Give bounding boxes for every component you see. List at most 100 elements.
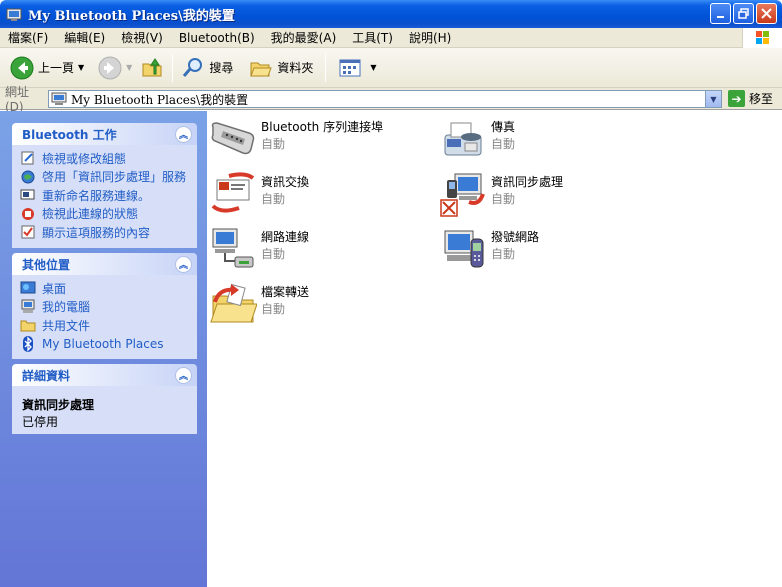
go-button[interactable]: ➔ 移至	[728, 90, 773, 107]
task-enable-sync-label: 啓用「資訊同步處理」服務	[42, 170, 187, 185]
menu-help[interactable]: 說明(H)	[401, 29, 459, 46]
menu-edit[interactable]: 編輯(E)	[56, 29, 113, 46]
item-info-sync-name: 資訊同步處理	[491, 175, 564, 189]
item-serial-port-name: Bluetooth 序列連接埠	[261, 120, 384, 134]
minimize-button[interactable]	[710, 3, 731, 24]
sync-disabled-icon	[440, 173, 485, 217]
address-dropdown-icon[interactable]: ▼	[705, 91, 721, 107]
collapse-icon[interactable]: ︽	[175, 255, 192, 273]
up-folder-button[interactable]	[136, 52, 168, 84]
windows-logo-icon	[742, 28, 782, 48]
properties-icon	[21, 225, 35, 239]
minimize-icon	[716, 15, 724, 18]
details-header[interactable]: 詳細資料 ︽	[12, 364, 197, 386]
item-dialup-status: 自動	[491, 247, 516, 261]
other-places-header[interactable]: 其他位置 ︽	[12, 253, 197, 275]
folders-label: 資料夾	[277, 61, 314, 75]
address-input[interactable]: My Bluetooth Places\我的裝置 ▼	[48, 90, 722, 108]
back-button[interactable]: 上一頁 ▼	[6, 52, 88, 84]
task-enable-sync[interactable]: 啓用「資訊同步處理」服務	[20, 168, 191, 187]
forward-arrow-icon	[98, 56, 122, 79]
title-bar[interactable]: My Bluetooth Places\我的裝置	[0, 0, 782, 28]
views-dropdown-icon[interactable]: ▼	[370, 63, 376, 72]
place-bluetooth-places[interactable]: My Bluetooth Places	[20, 335, 191, 354]
restore-icon	[738, 8, 749, 19]
network-computer-icon	[212, 228, 254, 268]
task-rename-label: 重新命名服務連線。	[42, 188, 151, 203]
forward-dropdown-icon[interactable]: ▼	[126, 63, 132, 72]
item-view[interactable]: Bluetooth 序列連接埠 自動 傳真 自動 資訊交換 自動 資訊同步處理 …	[207, 111, 782, 587]
bluetooth-folder-icon	[6, 6, 22, 22]
toolbar: 上一頁 ▼ ▼ 搜尋 資料夾 ▼	[0, 48, 782, 88]
item-network-connection-name: 網路連線	[261, 230, 310, 244]
restore-button[interactable]	[733, 3, 754, 24]
toolbar-separator	[172, 53, 174, 82]
views-button[interactable]: ▼	[334, 52, 380, 84]
collapse-icon[interactable]: ︽	[175, 125, 192, 143]
close-button[interactable]	[756, 3, 777, 24]
item-fax[interactable]: 傳真 自動	[439, 115, 515, 163]
folder-icon	[250, 62, 273, 76]
details-item-status: 已停用	[22, 415, 59, 429]
bluetooth-tasks-title: Bluetooth 工作	[22, 127, 117, 142]
bluetooth-tasks-header[interactable]: Bluetooth 工作 ︽	[12, 123, 197, 145]
task-view-status[interactable]: 檢視此連線的狀態	[20, 205, 191, 224]
item-serial-port[interactable]: Bluetooth 序列連接埠 自動	[209, 115, 383, 163]
menu-file[interactable]: 檔案(F)	[0, 29, 56, 46]
item-info-sync-status: 自動	[491, 192, 516, 206]
details-body: 資訊同步處理 已停用	[12, 386, 197, 434]
item-dialup[interactable]: 撥號網路 自動	[439, 225, 539, 273]
address-bar: 網址(D) My Bluetooth Places\我的裝置 ▼ ➔ 移至	[0, 85, 782, 114]
close-icon	[761, 8, 772, 19]
shared-folder-icon	[20, 320, 36, 332]
item-file-transfer-status: 自動	[261, 302, 286, 316]
back-arrow-icon	[10, 56, 34, 79]
window-title: My Bluetooth Places\我的裝置	[28, 8, 235, 24]
search-button[interactable]: 搜尋	[177, 52, 237, 84]
item-info-exchange[interactable]: 資訊交換 自動	[209, 170, 309, 218]
business-card-icon	[211, 172, 255, 213]
details-title: 詳細資料	[22, 368, 71, 383]
folders-button[interactable]: 資料夾	[245, 52, 317, 84]
place-bluetooth-places-label: My Bluetooth Places	[42, 336, 164, 351]
fax-icon	[444, 122, 482, 156]
place-shared-documents-label: 共用文件	[42, 318, 91, 333]
place-my-computer[interactable]: 我的電腦	[20, 298, 191, 317]
task-properties[interactable]: 顯示這項服務的內容	[20, 223, 191, 242]
go-arrow-icon: ➔	[728, 90, 745, 107]
address-value: My Bluetooth Places\我的裝置	[71, 92, 249, 107]
task-configure[interactable]: 檢視或修改組態	[20, 149, 191, 168]
up-folder-icon	[142, 57, 162, 76]
menu-favorites[interactable]: 我的最愛(A)	[263, 29, 345, 46]
item-network-connection[interactable]: 網路連線 自動	[209, 225, 309, 273]
place-shared-documents[interactable]: 共用文件	[20, 316, 191, 335]
item-fax-status: 自動	[491, 137, 516, 151]
item-serial-port-status: 自動	[261, 137, 286, 151]
item-info-exchange-status: 自動	[261, 192, 286, 206]
task-configure-label: 檢視或修改組態	[42, 151, 127, 166]
collapse-icon[interactable]: ︽	[175, 366, 192, 384]
address-label: 網址(D)	[5, 85, 30, 114]
place-desktop[interactable]: 桌面	[20, 279, 191, 298]
my-computer-icon	[21, 299, 35, 313]
item-file-transfer-name: 檔案轉送	[261, 285, 310, 299]
back-dropdown-icon[interactable]: ▼	[78, 63, 84, 72]
rename-icon	[20, 189, 35, 200]
other-places-body: 桌面 我的電腦 共用文件 My Bluetooth Places	[12, 275, 197, 359]
menu-view[interactable]: 檢視(V)	[113, 29, 171, 46]
computer-icon	[51, 92, 67, 105]
menu-bluetooth[interactable]: Bluetooth(B)	[171, 31, 263, 45]
views-icon	[339, 59, 361, 76]
dialup-phone-icon	[444, 230, 484, 268]
back-label: 上一頁	[38, 61, 75, 75]
details-item-name: 資訊同步處理	[22, 398, 95, 412]
menu-tools[interactable]: 工具(T)	[344, 29, 401, 46]
place-my-computer-label: 我的電腦	[42, 300, 91, 315]
item-fax-name: 傳真	[491, 120, 516, 134]
item-info-sync[interactable]: 資訊同步處理 自動	[439, 170, 563, 218]
serial-port-icon	[211, 122, 255, 155]
forward-button[interactable]: ▼	[94, 52, 136, 84]
task-rename[interactable]: 重新命名服務連線。	[20, 186, 191, 205]
search-label: 搜尋	[209, 61, 234, 75]
item-file-transfer[interactable]: 檔案轉送 自動	[209, 280, 309, 328]
